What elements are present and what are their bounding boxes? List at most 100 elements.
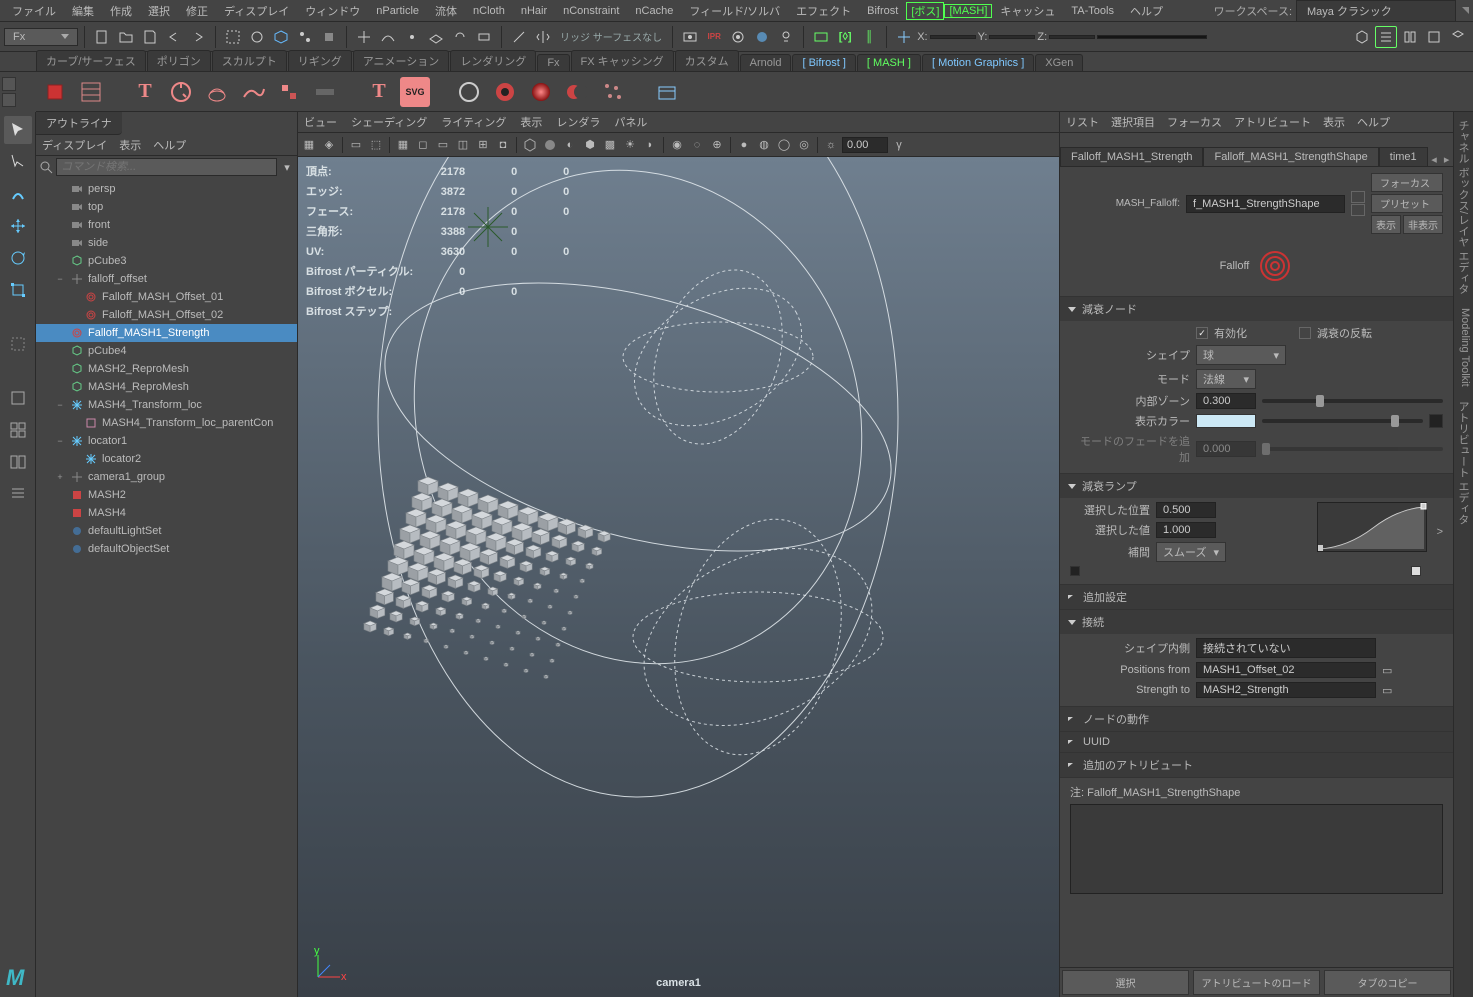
section-addattr[interactable]: 追加のアトリビュート <box>1060 753 1453 777</box>
shelf-tab-bifrost[interactable]: [ Bifrost ] <box>792 54 855 71</box>
menu-file[interactable]: ファイル <box>4 1 64 21</box>
redo-icon[interactable] <box>187 26 209 48</box>
focus-button[interactable]: フォーカス <box>1371 173 1443 192</box>
mash-network-icon[interactable] <box>40 77 70 107</box>
node-name-field[interactable] <box>1186 195 1345 213</box>
shelf-tab-animation[interactable]: アニメーション <box>353 50 450 71</box>
vp-gate-mask-icon[interactable]: ◫ <box>454 136 472 154</box>
vp-isolate-icon[interactable]: ◉ <box>668 136 686 154</box>
layout-cube-icon[interactable] <box>1351 26 1373 48</box>
section-ramp[interactable]: 減衰ランプ <box>1060 474 1453 498</box>
layout-outliner-icon[interactable] <box>1375 26 1397 48</box>
scale-tool-icon[interactable] <box>4 276 32 304</box>
attr-menu-selected[interactable]: 選択項目 <box>1111 114 1155 130</box>
shelf-tab-mash[interactable]: [ MASH ] <box>857 54 921 71</box>
utility-icon[interactable] <box>310 77 340 107</box>
attr-menu-list[interactable]: リスト <box>1066 114 1099 130</box>
vp-select-cam-icon[interactable]: ▦ <box>300 136 318 154</box>
ramp-handle-1[interactable] <box>1411 566 1421 576</box>
menu-fluid[interactable]: 流体 <box>427 1 465 21</box>
double-sphere-icon[interactable] <box>562 77 592 107</box>
outliner-item-MASH4_ReproMesh[interactable]: MASH4_ReproMesh <box>36 378 297 396</box>
attr-tab-0[interactable]: Falloff_MASH1_Strength <box>1060 147 1203 166</box>
menu-select[interactable]: 選択 <box>140 1 178 21</box>
outliner-item-MASH4_Transform_loc_parentCon[interactable]: MASH4_Transform_loc_parentCon <box>36 414 297 432</box>
vp-wireonshade-icon[interactable]: ⬢ <box>581 136 599 154</box>
viewport-3d[interactable]: 頂点:217800エッジ:387200フェース:217800三角形:33880U… <box>298 157 1059 997</box>
select-tool-icon[interactable] <box>4 116 32 144</box>
outliner-item-Falloff_MASH_Offset_02[interactable]: Falloff_MASH_Offset_02 <box>36 306 297 324</box>
last-tool-icon[interactable] <box>4 330 32 358</box>
ipr-icon[interactable]: IPR <box>703 26 725 48</box>
sel-mask-icon[interactable] <box>222 26 244 48</box>
vp-ao-icon[interactable]: ● <box>735 136 753 154</box>
vp-2d-icon[interactable]: ⬚ <box>367 136 385 154</box>
vp-xray-icon[interactable]: ◌ <box>688 136 706 154</box>
vp-menu-panel[interactable]: パネル <box>614 114 647 130</box>
menu-display[interactable]: ディスプレイ <box>216 1 297 21</box>
vp-shadows-icon[interactable]: ◗ <box>641 136 659 154</box>
replicate-icon[interactable] <box>166 77 196 107</box>
attr-menu-attr[interactable]: アトリビュート <box>1234 114 1311 130</box>
ring-icon[interactable] <box>454 77 484 107</box>
shelf-gear-icon[interactable] <box>2 93 16 107</box>
rotate-tool-icon[interactable] <box>4 244 32 272</box>
outliner-item-MASH4[interactable]: MASH4 <box>36 504 297 522</box>
mode-dropdown[interactable]: 法線▾ <box>1196 369 1256 389</box>
show-button[interactable]: 表示 <box>1371 215 1401 234</box>
section-uuid[interactable]: UUID <box>1060 732 1453 752</box>
menu-nconstraint[interactable]: nConstraint <box>555 3 627 19</box>
playblast-icon[interactable] <box>810 26 832 48</box>
menu-ncache[interactable]: nCache <box>627 3 681 19</box>
workspace-dropdown[interactable]: Maya クラシック <box>1296 0 1456 22</box>
vp-image-plane-icon[interactable]: ▭ <box>347 136 365 154</box>
toggle-icon[interactable]: [◊] <box>834 26 856 48</box>
map-icon[interactable]: ▭ <box>1382 664 1392 677</box>
shelf-tab-rendering[interactable]: レンダリング <box>450 50 536 71</box>
vp-gamma-icon[interactable]: γ <box>890 136 908 154</box>
outliner-item-locator1[interactable]: −locator1 <box>36 432 297 450</box>
menu-cache[interactable]: キャッシュ <box>992 1 1063 21</box>
shelf-tab-sculpt[interactable]: スカルプト <box>212 50 287 71</box>
shelf-tab-fxcache[interactable]: FX キャッシング <box>571 50 674 71</box>
attr-menu-focus[interactable]: フォーカス <box>1167 114 1222 130</box>
menu-tatools[interactable]: TA-Tools <box>1063 3 1122 19</box>
move-tool-icon[interactable] <box>4 212 32 240</box>
outliner-item-persp[interactable]: persp <box>36 180 297 198</box>
layout-two-icon[interactable] <box>4 448 32 476</box>
notes-textarea[interactable] <box>1070 804 1443 894</box>
attr-tab-2[interactable]: time1 <box>1379 147 1428 166</box>
shape-dropdown[interactable]: 球▾ <box>1196 345 1286 365</box>
paint-select-icon[interactable] <box>4 180 32 208</box>
ramp-handle-0[interactable] <box>1070 566 1080 576</box>
select-button[interactable]: 選択 <box>1062 970 1189 995</box>
vp-wire-icon[interactable] <box>521 136 539 154</box>
enable-checkbox[interactable] <box>1196 327 1208 339</box>
shelf-tab-custom[interactable]: カスタム <box>675 50 739 71</box>
section-extra[interactable]: 追加設定 <box>1060 585 1453 609</box>
command-field[interactable] <box>1097 35 1207 39</box>
outliner-item-pCube3[interactable]: pCube3 <box>36 252 297 270</box>
sheet-icon[interactable] <box>1351 204 1365 216</box>
menu-ncloth[interactable]: nCloth <box>465 3 513 19</box>
mode-dropdown[interactable]: Fx <box>4 28 78 46</box>
open-icon[interactable] <box>115 26 137 48</box>
sel-hier-icon[interactable] <box>246 26 268 48</box>
pause-icon[interactable]: ║ <box>858 26 880 48</box>
symmetry-icon[interactable] <box>532 26 554 48</box>
vp-menu-show[interactable]: 表示 <box>520 114 542 130</box>
vp-motion-icon[interactable]: ◍ <box>755 136 773 154</box>
vp-smooth-icon[interactable] <box>541 136 559 154</box>
dotted-icon[interactable] <box>598 77 628 107</box>
map-icon-2[interactable]: ▭ <box>1382 684 1392 697</box>
inner-slider[interactable] <box>1262 399 1443 403</box>
vp-exposure-field[interactable]: 0.00 <box>842 137 888 153</box>
cache-icon[interactable] <box>652 77 682 107</box>
undo-icon[interactable] <box>163 26 185 48</box>
vp-menu-shading[interactable]: シェーディング <box>351 114 427 130</box>
section-connections[interactable]: 接続 <box>1060 610 1453 634</box>
section-nodebeh[interactable]: ノードの動作 <box>1060 707 1453 731</box>
layout-modeling-icon[interactable] <box>1447 26 1469 48</box>
disc-icon[interactable] <box>490 77 520 107</box>
vp-lights-icon[interactable]: ☀ <box>621 136 639 154</box>
